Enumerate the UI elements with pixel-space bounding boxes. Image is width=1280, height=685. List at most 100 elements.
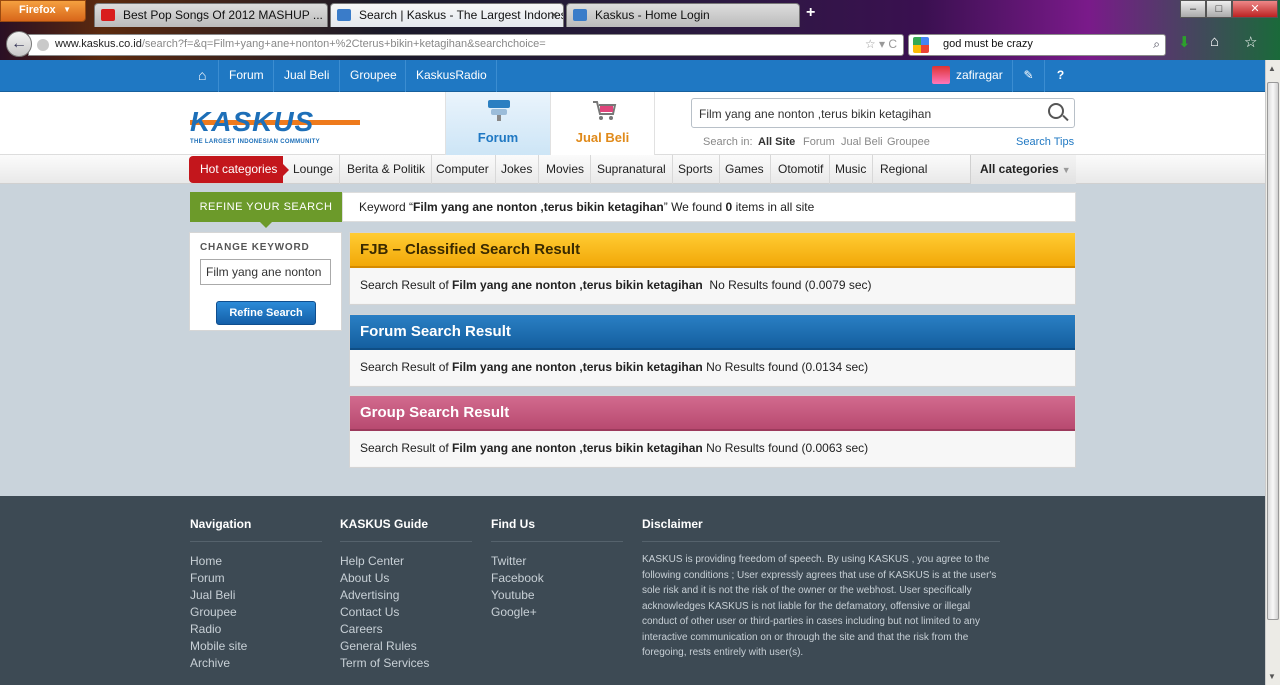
browser-tab[interactable]: Best Pop Songs Of 2012 MASHUP ...	[94, 3, 328, 27]
category-jokes[interactable]: Jokes	[495, 155, 540, 184]
result-query: Film yang ane nonton ,terus bikin ketagi…	[452, 441, 703, 455]
all-categories-dropdown[interactable]: All categories ▼	[970, 155, 1076, 184]
category-otomotif[interactable]: Otomotif	[772, 155, 831, 184]
refine-search-button[interactable]: Refine Search	[216, 301, 316, 325]
footer-link-facebook[interactable]: Facebook	[491, 571, 544, 585]
download-icon[interactable]: ⬇	[1178, 33, 1191, 51]
browser-search-field[interactable]: god must be crazy ⌕	[908, 34, 1166, 56]
change-keyword-label: CHANGE KEYWORD	[200, 242, 310, 253]
footer-link-advertising[interactable]: Advertising	[340, 588, 399, 602]
footer-link-googleplus[interactable]: Google+	[491, 605, 537, 619]
navigation-toolbar: www.kaskus.co.id/search?f=&q=Film+yang+a…	[0, 28, 1280, 60]
category-music[interactable]: Music	[829, 155, 874, 184]
footer-link-about[interactable]: About Us	[340, 571, 389, 585]
kaskus-logo[interactable]: KASKUS THE LARGEST INDONESIAN COMMUNITY	[190, 108, 360, 145]
search-icon[interactable]	[1048, 103, 1064, 119]
all-categories-label: All categories	[980, 162, 1059, 176]
topnav-kaskusradio[interactable]: KaskusRadio	[405, 60, 497, 92]
tile-jual-beli[interactable]: Jual Beli	[550, 92, 655, 155]
footer-link-careers[interactable]: Careers	[340, 622, 383, 636]
help-icon[interactable]: ?	[1044, 60, 1076, 92]
panel-title: Group Search Result	[350, 396, 1075, 431]
vertical-scrollbar[interactable]: ▲ ▼	[1265, 60, 1280, 685]
topnav-divider	[496, 60, 497, 92]
category-berita-politik[interactable]: Berita & Politik	[341, 155, 433, 184]
result-query: Film yang ane nonton ,terus bikin ketagi…	[452, 360, 703, 374]
url-bar[interactable]: www.kaskus.co.id/search?f=&q=Film+yang+a…	[28, 34, 904, 56]
result-query: Film yang ane nonton ,terus bikin ketagi…	[452, 278, 703, 292]
category-supranatural[interactable]: Supranatural	[591, 155, 673, 184]
footer-link-terms[interactable]: Term of Services	[340, 656, 429, 670]
filter-jual-beli[interactable]: Jual Beli	[841, 136, 883, 148]
panel-body: Search Result of Film yang ane nonton ,t…	[350, 431, 1075, 466]
filter-all-site[interactable]: All Site	[758, 136, 795, 148]
filter-forum[interactable]: Forum	[803, 136, 835, 148]
footer-divider	[491, 541, 623, 542]
result-status: No Results found (0.0063 sec)	[702, 441, 869, 455]
tab-title: Search | Kaskus - The Largest Indonesi..…	[359, 8, 564, 22]
site-search-value: Film yang ane nonton ,terus bikin ketagi…	[699, 107, 932, 121]
pencil-icon[interactable]: ✎	[1012, 60, 1044, 92]
footer-link-jual-beli[interactable]: Jual Beli	[190, 588, 235, 602]
category-lounge[interactable]: Lounge	[287, 155, 341, 184]
scrollbar-thumb[interactable]	[1267, 82, 1279, 620]
footer-link-mobile[interactable]: Mobile site	[190, 639, 247, 653]
youtube-favicon-icon	[101, 9, 115, 21]
site-search-input[interactable]: Film yang ane nonton ,terus bikin ketagi…	[691, 98, 1075, 128]
footer-link-twitter[interactable]: Twitter	[491, 554, 526, 568]
search-icon[interactable]: ⌕	[1153, 37, 1160, 52]
scroll-down-icon[interactable]: ▼	[1268, 672, 1276, 681]
scroll-up-icon[interactable]: ▲	[1268, 64, 1276, 73]
category-regional[interactable]: Regional	[874, 155, 933, 184]
new-tab-icon[interactable]: +	[806, 4, 815, 22]
bookmark-star-icon[interactable]: ☆ ▾ C	[865, 37, 897, 51]
footer-link-help[interactable]: Help Center	[340, 554, 404, 568]
firefox-menu-label: Firefox	[19, 4, 56, 16]
home-icon[interactable]: ⌂	[1210, 33, 1219, 50]
minimize-icon[interactable]: –	[1180, 0, 1206, 18]
footer-link-archive[interactable]: Archive	[190, 656, 230, 670]
search-tips-link[interactable]: Search Tips	[1016, 136, 1074, 148]
tile-forum-label: Forum	[477, 130, 519, 145]
tile-forum[interactable]: Forum	[445, 92, 550, 155]
filter-groupee[interactable]: Groupee	[887, 136, 930, 148]
site-footer: Navigation Home Forum Jual Beli Groupee …	[0, 496, 1265, 685]
url-path: /search?f=&q=Film+yang+ane+nonton+%2Cter…	[141, 38, 546, 50]
topnav-jual-beli[interactable]: Jual Beli	[273, 60, 339, 92]
keyword-input[interactable]: Film yang ane nonton	[200, 259, 331, 285]
browser-chrome: Firefox ▼ Best Pop Songs Of 2012 MASHUP …	[0, 0, 1280, 60]
keyword-value: Film yang ane nonton ,terus bikin ketagi…	[413, 200, 664, 214]
footer-link-groupee[interactable]: Groupee	[190, 605, 237, 619]
firefox-menu-button[interactable]: Firefox ▼	[0, 0, 86, 22]
browser-tab-active[interactable]: Search | Kaskus - The Largest Indonesi..…	[330, 3, 564, 27]
change-keyword-box: CHANGE KEYWORD Film yang ane nonton Refi…	[189, 232, 342, 331]
category-computer[interactable]: Computer	[430, 155, 496, 184]
tab-title: Best Pop Songs Of 2012 MASHUP ...	[123, 8, 323, 22]
disclaimer-text: KASKUS is providing freedom of speech. B…	[642, 554, 997, 658]
category-sports[interactable]: Sports	[672, 155, 720, 184]
result-status: No Results found (0.0134 sec)	[702, 360, 869, 374]
footer-link-forum[interactable]: Forum	[190, 571, 225, 585]
footer-link-youtube[interactable]: Youtube	[491, 588, 535, 602]
footer-link-contact[interactable]: Contact Us	[340, 605, 399, 619]
keyword-suffix: items in all site	[732, 200, 815, 214]
panel-body: Search Result of Film yang ane nonton ,t…	[350, 350, 1075, 385]
username-link[interactable]: zafiragar	[946, 60, 1013, 92]
back-arrow-icon[interactable]: ←	[6, 31, 32, 57]
topnav-groupee[interactable]: Groupee	[339, 60, 407, 92]
maximize-icon[interactable]: □	[1206, 0, 1232, 18]
close-window-icon[interactable]: ✕	[1232, 0, 1278, 18]
category-games[interactable]: Games	[719, 155, 771, 184]
globe-icon	[37, 39, 49, 51]
result-prefix: Search Result of	[360, 441, 453, 455]
footer-link-radio[interactable]: Radio	[190, 622, 221, 636]
close-tab-icon[interactable]: ×	[550, 7, 558, 22]
footer-link-home[interactable]: Home	[190, 554, 222, 568]
topnav-forum[interactable]: Forum	[218, 60, 274, 92]
result-prefix: Search Result of	[360, 278, 453, 292]
browser-tab[interactable]: Kaskus - Home Login	[566, 3, 800, 27]
home-icon[interactable]: ⌂	[188, 60, 218, 92]
bookmarks-icon[interactable]: ☆	[1244, 33, 1257, 51]
category-movies[interactable]: Movies	[540, 155, 592, 184]
footer-link-rules[interactable]: General Rules	[340, 639, 417, 653]
